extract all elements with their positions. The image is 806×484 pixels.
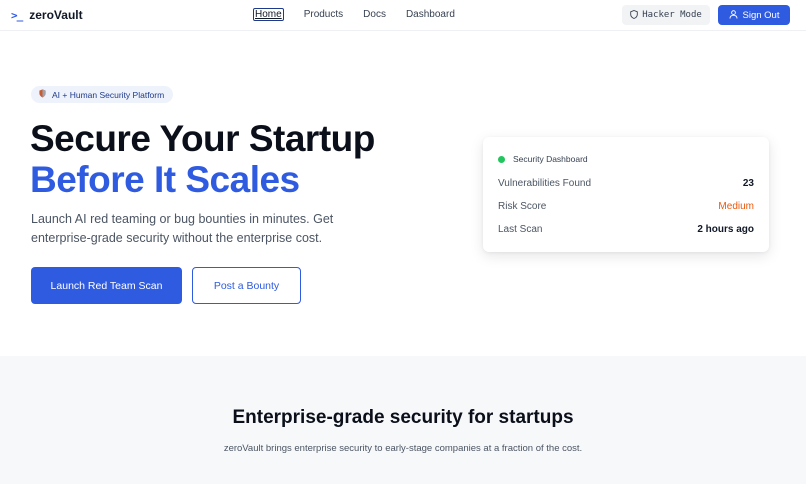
hero-subtitle: Launch AI red teaming or bug bounties in… — [31, 212, 334, 245]
sign-out-label: Sign Out — [742, 9, 780, 21]
sign-out-button[interactable]: Sign Out — [718, 5, 790, 25]
logo[interactable]: >_ zeroVault — [11, 8, 83, 22]
hacker-mode-button[interactable]: Hacker Mode — [622, 5, 710, 25]
card-header: Security Dashboard — [498, 154, 588, 164]
metric-label: Vulnerabilities Found — [498, 178, 592, 189]
hero-title-line1: Secure Your Startup — [30, 118, 375, 159]
metric-value: 2 hours ago — [697, 224, 754, 235]
page: >_ zeroVault Home Products Docs Dashboar… — [0, 0, 806, 484]
launch-red-team-scan-button[interactable]: Launch Red Team Scan — [31, 267, 182, 304]
hero-title: Secure Your Startup Before It Scales — [30, 118, 375, 200]
metric-row: Risk Score Medium — [498, 201, 754, 212]
metric-row: Last Scan 2 hours ago — [498, 224, 754, 235]
main-nav: Home Products Docs Dashboard — [253, 8, 475, 21]
security-dashboard-card: Security Dashboard Vulnerabilities Found… — [483, 137, 769, 252]
hacker-mode-label: Hacker Mode — [642, 10, 702, 20]
shield-icon — [39, 89, 46, 100]
risk-score-value: Medium — [718, 201, 754, 212]
card-title: Security Dashboard — [513, 154, 588, 164]
shield-icon — [630, 9, 638, 21]
status-dot-icon — [498, 155, 505, 163]
nav-item-home[interactable]: Home — [253, 8, 284, 21]
user-icon — [729, 9, 738, 21]
metric-value: 23 — [742, 178, 754, 189]
metric-label: Risk Score — [498, 201, 547, 212]
nav-item-docs[interactable]: Docs — [363, 9, 386, 21]
terminal-icon: >_ — [11, 8, 23, 22]
features-subtitle: zeroVault brings enterprise security to … — [223, 443, 583, 454]
metric-row: Vulnerabilities Found 23 — [498, 178, 754, 189]
hero-title-line2: Before It Scales — [30, 159, 300, 200]
logo-text: zeroVault — [29, 8, 83, 22]
platform-badge-label: AI + Human Security Platform — [52, 89, 165, 100]
nav-item-products[interactable]: Products — [304, 9, 343, 21]
metric-label: Last Scan — [498, 224, 543, 235]
post-a-bounty-button[interactable]: Post a Bounty — [192, 267, 301, 304]
nav-item-dashboard[interactable]: Dashboard — [406, 9, 455, 21]
top-nav-bar: >_ zeroVault Home Products Docs Dashboar… — [0, 0, 806, 31]
features-section: Enterprise-grade security for startups z… — [0, 356, 806, 484]
platform-badge: AI + Human Security Platform — [31, 86, 174, 103]
features-title: Enterprise-grade security for startups — [232, 407, 574, 428]
